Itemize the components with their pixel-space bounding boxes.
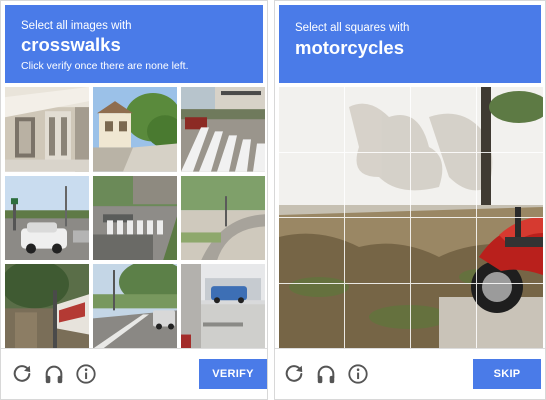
grid-square[interactable] [279, 152, 345, 218]
target-label: motorcycles [295, 37, 404, 58]
image-tile-3[interactable] [181, 87, 265, 172]
image-tile-5[interactable] [93, 175, 177, 261]
grid-square[interactable] [411, 218, 477, 284]
grid-square[interactable] [477, 218, 543, 284]
grid-square[interactable] [477, 284, 543, 350]
challenge-header: Select all squares with motorcycles [279, 5, 541, 83]
image-grid [5, 87, 265, 349]
image-tile-6[interactable] [181, 175, 265, 261]
captcha-panel-motorcycles: Select all squares with motorcycles SKIP [274, 0, 546, 400]
grid-square[interactable] [345, 218, 411, 284]
grid-square[interactable] [345, 283, 411, 349]
instruction-note: Click verify once there are none left. [21, 60, 189, 72]
challenge-image [279, 87, 543, 349]
grid-square[interactable] [477, 153, 543, 218]
image-tile-1[interactable] [5, 87, 89, 172]
image-tile-2[interactable] [93, 87, 177, 172]
challenge-footer: VERIFY [1, 348, 267, 399]
grid-square[interactable] [279, 218, 345, 284]
grid-square[interactable] [477, 87, 543, 153]
reload-icon[interactable] [283, 363, 305, 385]
captcha-panel-crosswalks: Select all images with crosswalks Click … [0, 0, 268, 400]
verify-button[interactable]: VERIFY [199, 359, 267, 389]
image-tile-8[interactable] [93, 264, 177, 349]
grid-square[interactable] [411, 87, 477, 153]
grid-square[interactable] [411, 283, 477, 349]
reload-icon[interactable] [11, 363, 33, 385]
grid-square[interactable] [411, 152, 477, 218]
skip-button[interactable]: SKIP [473, 359, 541, 389]
image-tile-9[interactable] [181, 264, 265, 349]
tile-grid [279, 87, 543, 349]
image-tile-7[interactable] [5, 264, 89, 349]
info-icon[interactable] [347, 363, 369, 385]
challenge-header: Select all images with crosswalks Click … [5, 5, 263, 83]
info-icon[interactable] [75, 363, 97, 385]
image-tile-4[interactable] [5, 175, 89, 261]
headphones-icon[interactable] [43, 363, 65, 385]
grid-square[interactable] [345, 152, 411, 218]
grid-square[interactable] [279, 283, 345, 349]
grid-square[interactable] [345, 87, 411, 153]
grid-square[interactable] [279, 87, 345, 153]
target-label: crosswalks [21, 34, 121, 55]
headphones-icon[interactable] [315, 363, 337, 385]
instruction-text: Select all images with [21, 20, 132, 32]
challenge-footer: SKIP [275, 348, 545, 399]
instruction-text: Select all squares with [295, 22, 410, 34]
